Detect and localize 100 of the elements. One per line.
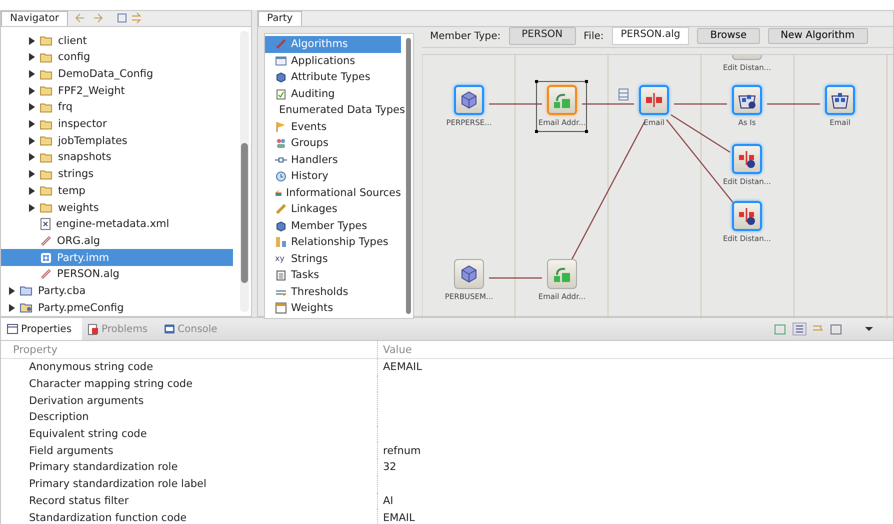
diagram-node[interactable] bbox=[547, 85, 577, 115]
diagram-node[interactable] bbox=[825, 85, 855, 115]
tree-item[interactable]: FPF2_Weight bbox=[1, 82, 233, 100]
category-item[interactable]: Tasks bbox=[265, 267, 401, 284]
tree-item[interactable]: config bbox=[1, 49, 233, 66]
folder-icon bbox=[40, 35, 53, 46]
folder-icon bbox=[40, 102, 53, 113]
folder-icon bbox=[40, 168, 53, 180]
category-item[interactable]: Auditing bbox=[265, 86, 401, 102]
split-squares-icon bbox=[644, 90, 664, 110]
tree-item[interactable]: temp bbox=[1, 182, 233, 200]
property-name: Primary standardization role bbox=[28, 461, 179, 474]
folder-icon bbox=[40, 202, 53, 214]
category-item[interactable]: Relationship Types bbox=[265, 234, 401, 250]
tree-item[interactable]: Party.pmeConfig bbox=[1, 299, 233, 316]
expand-arrow-icon[interactable] bbox=[29, 103, 35, 112]
toolbar-button[interactable]: Browse bbox=[697, 28, 760, 44]
clock-icon bbox=[275, 170, 287, 182]
folder-icon bbox=[20, 285, 33, 296]
file-field[interactable]: PERSON.alg bbox=[612, 27, 690, 45]
category-item[interactable]: Groups bbox=[265, 135, 401, 152]
tree-item[interactable]: PERSON.alg bbox=[1, 266, 233, 283]
navigator-toolbar-icons[interactable] bbox=[74, 12, 144, 24]
expand-arrow-icon[interactable] bbox=[29, 170, 35, 178]
file-label: File: bbox=[584, 30, 604, 42]
expand-arrow-icon[interactable] bbox=[9, 304, 15, 312]
expand-arrow-icon[interactable] bbox=[29, 204, 35, 212]
tree-item[interactable]: strings bbox=[1, 166, 233, 182]
expand-arrow-icon[interactable] bbox=[9, 286, 15, 295]
tree-item[interactable]: ORG.alg bbox=[1, 232, 233, 250]
selection-frame bbox=[536, 81, 587, 132]
tree-item[interactable]: client bbox=[1, 32, 233, 49]
category-item[interactable]: Member Types bbox=[265, 218, 401, 234]
property-name: Character mapping string code bbox=[28, 378, 194, 390]
property-value: AEMAIL bbox=[383, 361, 422, 374]
tree-item[interactable]: jobTemplates bbox=[1, 132, 233, 150]
category-item[interactable]: Applications bbox=[265, 52, 401, 69]
connector-line bbox=[489, 103, 542, 105]
tree-item[interactable]: engine-metadata.xml bbox=[1, 216, 233, 233]
column-header[interactable]: Property bbox=[1, 344, 377, 356]
category-item[interactable]: Thresholds bbox=[265, 284, 401, 300]
property-name: Field arguments bbox=[28, 444, 114, 457]
expand-arrow-icon[interactable] bbox=[29, 153, 35, 162]
expand-arrow-icon[interactable] bbox=[29, 36, 35, 45]
category-item[interactable]: History bbox=[265, 168, 401, 184]
category-item[interactable]: Weights bbox=[265, 300, 401, 316]
expand-arrow-icon[interactable] bbox=[29, 186, 35, 195]
folder-icon bbox=[40, 85, 53, 96]
property-name: Description bbox=[28, 411, 90, 424]
diagram-node[interactable] bbox=[454, 85, 484, 115]
property-name: Standardization function code bbox=[28, 512, 188, 524]
expand-arrow-icon[interactable] bbox=[29, 70, 35, 78]
split-squares-icon bbox=[737, 149, 757, 169]
category-item[interactable]: Informational Sources bbox=[265, 184, 401, 201]
folder-icon bbox=[20, 302, 33, 314]
tree-item[interactable]: weights bbox=[1, 199, 233, 216]
expand-arrow-icon[interactable] bbox=[29, 86, 35, 95]
cube-icon bbox=[275, 220, 287, 232]
category-item[interactable]: Handlers bbox=[265, 152, 401, 168]
category-item[interactable]: Attribute Types bbox=[265, 69, 401, 86]
grid-icon bbox=[40, 252, 52, 264]
link-icon bbox=[40, 234, 52, 247]
tree-item[interactable]: frq bbox=[1, 99, 233, 116]
basket-icon bbox=[830, 90, 850, 110]
tree-item[interactable]: Party.cba bbox=[1, 282, 233, 300]
cube-icon bbox=[459, 90, 479, 110]
column-header[interactable]: Value bbox=[377, 341, 893, 358]
clipboard-icon bbox=[275, 88, 287, 100]
diagram-node[interactable] bbox=[547, 259, 577, 289]
file-icon bbox=[40, 218, 51, 230]
tree-item[interactable]: DemoData_Config bbox=[1, 66, 233, 82]
diagram-node[interactable] bbox=[639, 85, 669, 115]
diagram-node[interactable] bbox=[732, 85, 762, 115]
view-tab[interactable]: Properties bbox=[1, 318, 82, 340]
property-name: Equivalent string code bbox=[28, 428, 148, 440]
folder-icon bbox=[40, 118, 53, 130]
category-item[interactable]: Events bbox=[265, 118, 401, 135]
diagram-node[interactable] bbox=[454, 259, 484, 289]
connector-line bbox=[582, 103, 634, 105]
property-name: Record status filter bbox=[28, 494, 130, 507]
property-name: Derivation arguments bbox=[28, 394, 145, 407]
tree-item[interactable]: snapshots bbox=[1, 149, 233, 166]
toolbar-button[interactable]: New Algorithm bbox=[768, 28, 868, 44]
tree-item[interactable]: inspector bbox=[1, 116, 233, 132]
expand-arrow-icon[interactable] bbox=[29, 53, 35, 62]
diagram-node[interactable] bbox=[732, 201, 762, 231]
diagram-node[interactable] bbox=[732, 144, 762, 174]
member-type-label: Member Type: bbox=[430, 30, 501, 42]
navigator-tab[interactable]: Navigator bbox=[1, 11, 68, 26]
scrollbar[interactable] bbox=[240, 31, 249, 312]
properties-icon bbox=[7, 324, 18, 334]
folder-icon bbox=[40, 185, 53, 196]
expand-arrow-icon[interactable] bbox=[29, 136, 35, 145]
expand-arrow-icon[interactable] bbox=[29, 120, 35, 128]
category-item[interactable]: xy Strings bbox=[265, 250, 401, 267]
scrollbar[interactable] bbox=[406, 38, 411, 314]
editor-tab[interactable]: Party bbox=[258, 11, 302, 26]
category-item[interactable]: Linkages bbox=[265, 201, 401, 218]
folder-icon bbox=[40, 152, 53, 163]
member-type-dropdown[interactable]: PERSON bbox=[508, 27, 576, 45]
